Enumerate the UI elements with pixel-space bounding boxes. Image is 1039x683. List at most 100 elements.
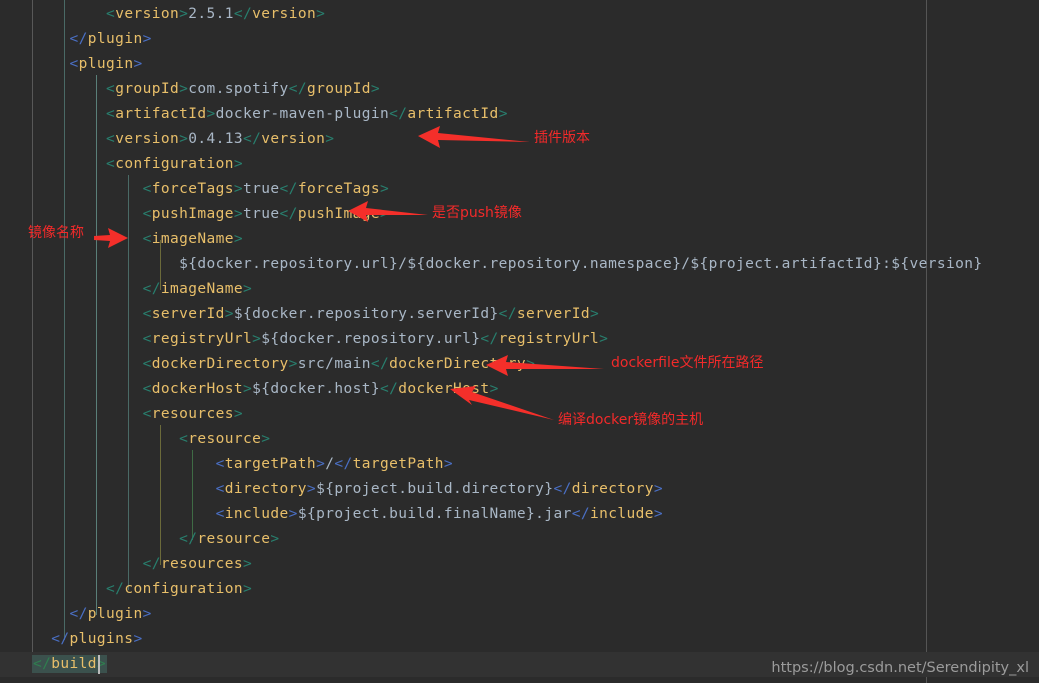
tag-close-bracket: </	[33, 656, 52, 672]
tag-open-bracket-close: >	[179, 131, 189, 147]
tag-text-content: ${docker.repository.serverId}	[233, 306, 499, 322]
code-line[interactable]: <plugin>	[33, 52, 143, 77]
line-tokens: <plugin>	[70, 56, 143, 72]
tag-name: serverId	[516, 306, 590, 322]
tag-text-content: true	[243, 181, 280, 197]
tag-name: registryUrl	[151, 331, 253, 347]
tag-text-content: ${docker.host}	[252, 381, 380, 397]
tag-name: targetPath	[224, 456, 317, 472]
code-line[interactable]: <registryUrl>${docker.repository.url}</r…	[33, 327, 608, 352]
tag-close-bracket-close: >	[270, 531, 280, 547]
annotation-label-image-name: 镜像名称	[28, 225, 84, 241]
tag-text-content: com.spotify	[188, 81, 289, 97]
code-line[interactable]: </resource>	[33, 527, 280, 552]
tag-name: dockerDirectory	[151, 356, 289, 372]
line-tokens: </plugin>	[70, 606, 152, 622]
line-tokens: </plugins>	[51, 631, 142, 647]
tag-text-content: ${docker.repository.url}	[261, 331, 481, 347]
tag-name: forceTags	[297, 181, 380, 197]
tag-open-bracket-close: >	[288, 506, 298, 522]
tag-open-bracket: <	[69, 56, 79, 72]
code-line[interactable]: </plugin>	[33, 602, 152, 627]
tag-close-bracket: </	[571, 506, 590, 522]
code-editor[interactable]: <version>2.5.1</version> </plugin> <plug…	[0, 0, 1039, 683]
code-line[interactable]: ${docker.repository.url}/${docker.reposi…	[33, 252, 983, 277]
tag-open-bracket: <	[106, 6, 116, 22]
code-line[interactable]: <directory>${project.build.directory}</d…	[33, 477, 663, 502]
tag-close-bracket-close: >	[142, 31, 152, 47]
tag-close-bracket-close: >	[443, 456, 454, 472]
line-tokens: <groupId>com.spotify</groupId>	[106, 81, 380, 97]
tag-open-bracket: <	[106, 106, 116, 122]
code-line[interactable]: <dockerDirectory>src/main</dockerDirecto…	[33, 352, 535, 377]
tag-name: resource	[197, 531, 271, 547]
tag-text-content: ${project.build.finalName}.jar	[297, 506, 572, 522]
code-line[interactable]: <configuration>	[33, 152, 243, 177]
tag-close-bracket: </	[142, 556, 161, 572]
code-line[interactable]: <version>0.4.13</version>	[33, 127, 334, 152]
tag-close-bracket: </	[480, 331, 499, 347]
code-line[interactable]: <version>2.5.1</version>	[33, 2, 325, 27]
code-line[interactable]: <artifactId>docker-maven-plugin</artifac…	[33, 102, 508, 127]
tag-close-bracket-close: >	[325, 131, 335, 147]
tag-close-bracket: </	[553, 481, 572, 497]
tag-close-bracket: </	[69, 606, 88, 622]
code-line[interactable]: <resources>	[33, 402, 243, 427]
tag-name: dockerHost	[151, 381, 244, 397]
tag-close-bracket-close: >	[133, 631, 143, 647]
tag-close-bracket: </	[142, 281, 161, 297]
right-margin-guide	[926, 0, 927, 683]
tag-close-bracket: </	[279, 206, 298, 222]
code-line[interactable]: <include>${project.build.finalName}.jar<…	[33, 502, 663, 527]
tag-name: groupId	[115, 81, 180, 97]
tag-close-bracket-close: >	[142, 606, 152, 622]
line-tokens: ${docker.repository.url}/${docker.reposi…	[179, 256, 982, 272]
code-line[interactable]: </resources>	[33, 552, 252, 577]
tag-open-bracket: <	[106, 156, 116, 172]
line-tokens: <dockerDirectory>src/main</dockerDirecto…	[143, 356, 536, 372]
code-line[interactable]: <pushImage>true</pushImage>	[33, 202, 389, 227]
annotation-label-docker-host: 编译docker镜像的主机	[558, 412, 704, 428]
tag-name: include	[589, 506, 654, 522]
tag-close-bracket: </	[370, 356, 390, 372]
annotation-label-plugin-version: 插件版本	[534, 130, 590, 146]
code-line[interactable]: </imageName>	[33, 277, 252, 302]
watermark-text: https://blog.csdn.net/Serendipity_xl	[771, 660, 1029, 676]
code-line[interactable]: </plugins>	[33, 627, 143, 652]
line-tokens: <registryUrl>${docker.repository.url}</r…	[143, 331, 609, 347]
code-line[interactable]: </configuration>	[33, 577, 252, 602]
tag-open-bracket: <	[142, 331, 152, 347]
code-line[interactable]: </build>	[33, 652, 107, 677]
code-line[interactable]: <serverId>${docker.repository.serverId}<…	[33, 302, 599, 327]
tag-open-bracket-close: >	[179, 81, 189, 97]
code-line[interactable]: </plugin>	[33, 27, 152, 52]
code-line[interactable]: <forceTags>true</forceTags>	[33, 177, 389, 202]
tag-open-bracket-close: >	[233, 181, 244, 197]
tag-open-bracket-close: >	[133, 56, 143, 72]
tag-name: resources	[160, 556, 243, 572]
tag-close-bracket: </	[288, 81, 307, 97]
code-line[interactable]: <resource>	[33, 427, 270, 452]
tag-close-bracket: </	[69, 31, 88, 47]
code-line[interactable]: <dockerHost>${docker.host}</dockerHost>	[33, 377, 499, 402]
tag-close-bracket-close: >	[370, 81, 381, 97]
code-line[interactable]: <groupId>com.spotify</groupId>	[33, 77, 380, 102]
code-line[interactable]: <targetPath>/</targetPath>	[33, 452, 453, 477]
line-tokens: </resource>	[179, 531, 279, 547]
tag-open-bracket: <	[142, 306, 152, 322]
tag-name: configuration	[115, 156, 234, 172]
tag-close-bracket-close: >	[379, 181, 390, 197]
tag-close-bracket: </	[279, 181, 298, 197]
tag-name: plugin	[87, 31, 143, 47]
